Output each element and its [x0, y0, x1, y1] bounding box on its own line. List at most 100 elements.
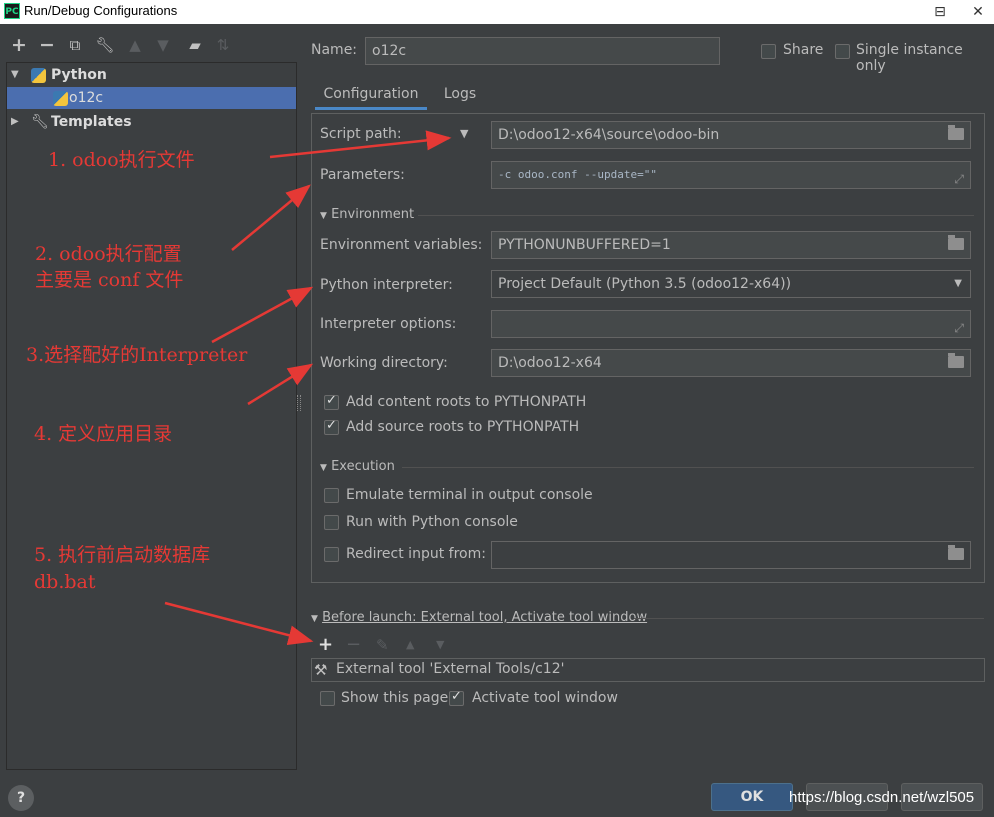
add-source-roots-checkbox[interactable]	[324, 418, 339, 435]
wrench-icon[interactable]: 🔧︎	[94, 34, 116, 56]
chevron-down-icon: ▼	[320, 211, 327, 221]
tools-icon: ⚒	[314, 661, 328, 679]
redirect-input-field[interactable]	[491, 541, 971, 569]
chevron-down-icon: ▼	[954, 278, 962, 289]
name-field[interactable]: o12c	[365, 37, 720, 65]
section-divider	[634, 618, 984, 619]
execution-section-title: Execution	[331, 459, 395, 474]
list-item[interactable]: External tool 'External Tools/c12'	[336, 661, 564, 677]
interpreter-options-field[interactable]: ⤢	[491, 310, 971, 338]
move-down-icon[interactable]: ▼	[436, 638, 444, 651]
tab-configuration[interactable]: Configuration	[315, 80, 427, 110]
script-path-value: D:\odoo12-x64\source\odoo-bin	[498, 127, 720, 143]
pycharm-app-icon: PC	[4, 3, 20, 19]
tree-item-label: Templates	[51, 114, 132, 130]
ok-button[interactable]: OK	[711, 783, 793, 811]
tree-item-label: o12c	[69, 90, 104, 106]
annotation-4: 4. 定义应用目录	[34, 423, 173, 445]
splitter-handle[interactable]	[297, 395, 301, 411]
move-up-icon[interactable]: ▲	[124, 34, 146, 56]
annotation-5-line2: db.bat	[34, 571, 96, 593]
redirect-input-checkbox[interactable]	[324, 547, 339, 562]
annotation-5-line1: 5. 执行前启动数据库	[34, 544, 211, 566]
python-icon	[53, 91, 68, 106]
annotation-1: 1. odoo执行文件	[48, 149, 195, 171]
watermark: https://blog.csdn.net/wzl505	[789, 789, 975, 806]
share-checkbox[interactable]	[761, 44, 776, 59]
title-bar: PC Run/Debug Configurations ⊟ ✕	[0, 0, 994, 24]
environment-section[interactable]: ▼ Environment	[320, 207, 414, 222]
before-launch-section[interactable]: ▼ Before launch: External tool, Activate…	[311, 610, 647, 625]
env-vars-field[interactable]: PYTHONUNBUFFERED=1	[491, 231, 971, 259]
chevron-down-icon: ▼	[311, 614, 318, 624]
sort-icon[interactable]: ⇅	[212, 34, 234, 56]
activate-tool-window-label: Activate tool window	[472, 690, 618, 706]
redirect-input-label: Redirect input from:	[346, 546, 486, 562]
chevron-down-icon[interactable]: ▼	[11, 64, 19, 86]
add-source-roots-label: Add source roots to PYTHONPATH	[346, 419, 580, 435]
python-icon	[31, 68, 46, 83]
remove-icon[interactable]: −	[346, 634, 361, 655]
interpreter-value: Project Default (Python 3.5 (odoo12-x64)…	[498, 276, 792, 292]
copy-icon[interactable]: ⧉	[64, 34, 86, 56]
interpreter-options-label: Interpreter options:	[320, 316, 457, 332]
tree-item-templates[interactable]: ▶ 🔧︎ Templates	[7, 111, 296, 133]
parameters-field[interactable]: -c odoo.conf --update="" ⤢	[491, 161, 971, 189]
annotation-3: 3.选择配好的Interpreter	[26, 344, 248, 366]
share-label: Share	[783, 42, 824, 58]
emulate-terminal-checkbox[interactable]	[324, 488, 339, 503]
expand-icon[interactable]: ⤢	[954, 315, 964, 341]
chevron-right-icon[interactable]: ▶	[11, 111, 19, 133]
config-tree-toolbar: + − ⧉ 🔧︎ ▲ ▼ ▰ ⇅	[6, 34, 296, 58]
minimize-icon[interactable]: ⊟	[930, 2, 950, 22]
script-type-dropdown-icon[interactable]: ▼	[460, 127, 468, 140]
single-instance-checkbox[interactable]	[835, 44, 850, 59]
remove-icon[interactable]: −	[36, 34, 58, 56]
expand-icon[interactable]: ⤢	[954, 166, 964, 192]
tree-item-label: Python	[51, 67, 107, 83]
execution-section[interactable]: ▼ Execution	[320, 459, 395, 474]
env-vars-label: Environment variables:	[320, 237, 483, 253]
folder-icon[interactable]	[948, 235, 964, 250]
annotation-2-line1: 2. odoo执行配置	[35, 243, 182, 265]
working-dir-value: D:\odoo12-x64	[498, 355, 602, 371]
activate-tool-window-checkbox[interactable]	[449, 689, 464, 706]
move-up-icon[interactable]: ▲	[406, 638, 414, 651]
folder-icon[interactable]	[948, 353, 964, 368]
folder-icon[interactable]	[948, 545, 964, 560]
move-down-icon[interactable]: ▼	[152, 34, 174, 56]
script-path-label: Script path:	[320, 126, 402, 142]
interpreter-label: Python interpreter:	[320, 277, 453, 293]
help-button[interactable]: ?	[8, 785, 34, 811]
window-title: Run/Debug Configurations	[24, 3, 178, 18]
new-folder-icon[interactable]: ▰	[184, 34, 206, 56]
run-python-console-checkbox[interactable]	[324, 515, 339, 530]
edit-icon[interactable]: ✎	[376, 636, 389, 654]
script-path-field[interactable]: D:\odoo12-x64\source\odoo-bin	[491, 121, 971, 149]
close-icon[interactable]: ✕	[968, 2, 988, 22]
section-divider	[402, 467, 974, 468]
show-page-label: Show this page	[341, 690, 449, 706]
add-content-roots-label: Add content roots to PYTHONPATH	[346, 394, 587, 410]
tree-item-o12c[interactable]: o12c	[7, 87, 296, 109]
before-launch-list: ⚒ External tool 'External Tools/c12'	[311, 658, 985, 682]
emulate-terminal-label: Emulate terminal in output console	[346, 487, 593, 503]
working-dir-field[interactable]: D:\odoo12-x64	[491, 349, 971, 377]
chevron-down-icon: ▼	[320, 463, 327, 473]
parameters-label: Parameters:	[320, 167, 405, 183]
add-icon[interactable]: +	[318, 634, 333, 655]
add-content-roots-checkbox[interactable]	[324, 393, 339, 410]
tree-item-python[interactable]: ▼ Python	[7, 64, 296, 86]
working-dir-label: Working directory:	[320, 355, 448, 371]
show-page-checkbox[interactable]	[320, 691, 335, 706]
environment-section-title: Environment	[331, 207, 415, 222]
interpreter-select[interactable]: Project Default (Python 3.5 (odoo12-x64)…	[491, 270, 971, 298]
name-label: Name:	[311, 42, 358, 58]
tab-logs[interactable]: Logs	[434, 80, 486, 110]
add-icon[interactable]: +	[8, 34, 30, 56]
env-vars-value: PYTHONUNBUFFERED=1	[498, 237, 671, 253]
section-divider	[418, 215, 974, 216]
folder-icon[interactable]	[948, 125, 964, 140]
parameters-value: -c odoo.conf --update=""	[498, 168, 657, 181]
wrench-icon: 🔧︎	[31, 114, 49, 130]
